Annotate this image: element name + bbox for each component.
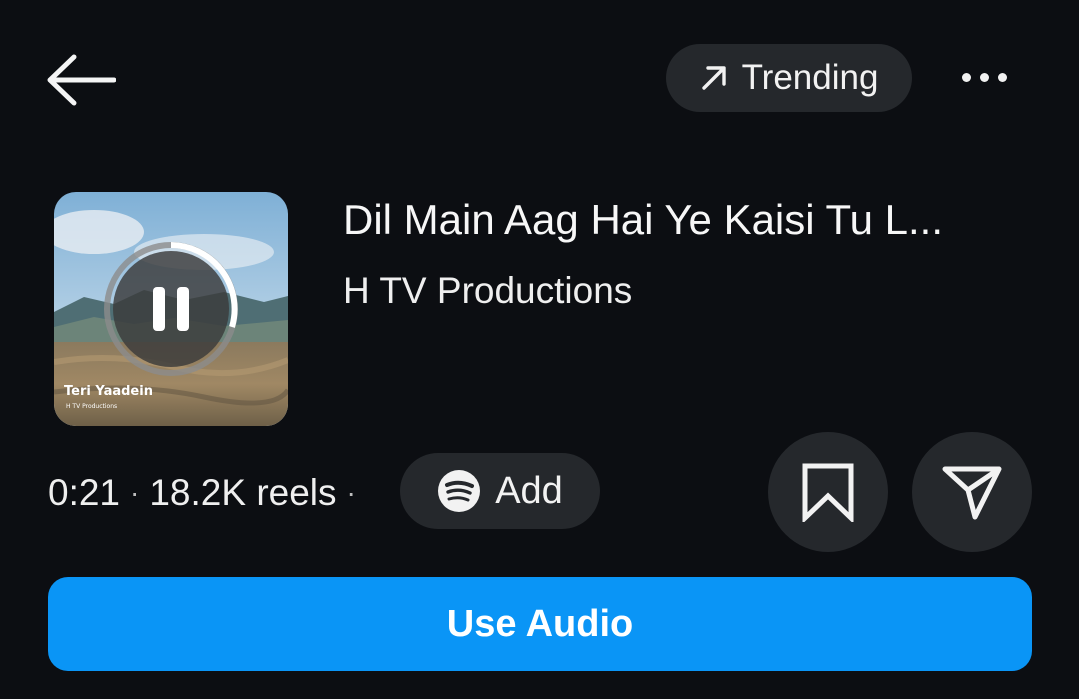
- cover-title: Teri Yaadein: [64, 384, 153, 399]
- trending-label: Trending: [741, 58, 879, 97]
- song-title: Dil Main Aag Hai Ye Kaisi Tu L...: [343, 196, 943, 243]
- more-options-button[interactable]: [944, 52, 1024, 102]
- cover-subtitle: H TV Productions: [66, 403, 118, 410]
- arrow-left-icon: [47, 54, 116, 106]
- more-dot: [979, 72, 989, 82]
- save-button[interactable]: [768, 432, 888, 552]
- bookmark-icon: [802, 463, 854, 522]
- use-audio-button[interactable]: Use Audio: [48, 577, 1032, 671]
- more-dot: [997, 72, 1007, 82]
- pause-icon[interactable]: [151, 285, 191, 333]
- separator-dot: ·: [130, 477, 140, 508]
- artist-name[interactable]: H TV Productions: [343, 270, 632, 312]
- reels-count: 18.2K reels: [149, 472, 337, 513]
- trending-button[interactable]: Trending: [666, 44, 912, 112]
- send-icon: [942, 466, 1002, 520]
- album-cover[interactable]: Teri Yaadein H TV Productions: [54, 192, 288, 426]
- track-meta: 0:21 · 18.2K reels ·: [48, 470, 366, 516]
- arrow-up-right-icon: [701, 66, 726, 90]
- more-dot: [961, 72, 971, 82]
- add-label: Add: [495, 469, 563, 512]
- spotify-icon: [438, 470, 481, 512]
- share-button[interactable]: [912, 432, 1032, 552]
- back-button[interactable]: [44, 50, 124, 110]
- add-to-spotify-button[interactable]: Add: [400, 453, 600, 529]
- separator-dot: ·: [346, 477, 356, 508]
- duration: 0:21: [48, 472, 121, 513]
